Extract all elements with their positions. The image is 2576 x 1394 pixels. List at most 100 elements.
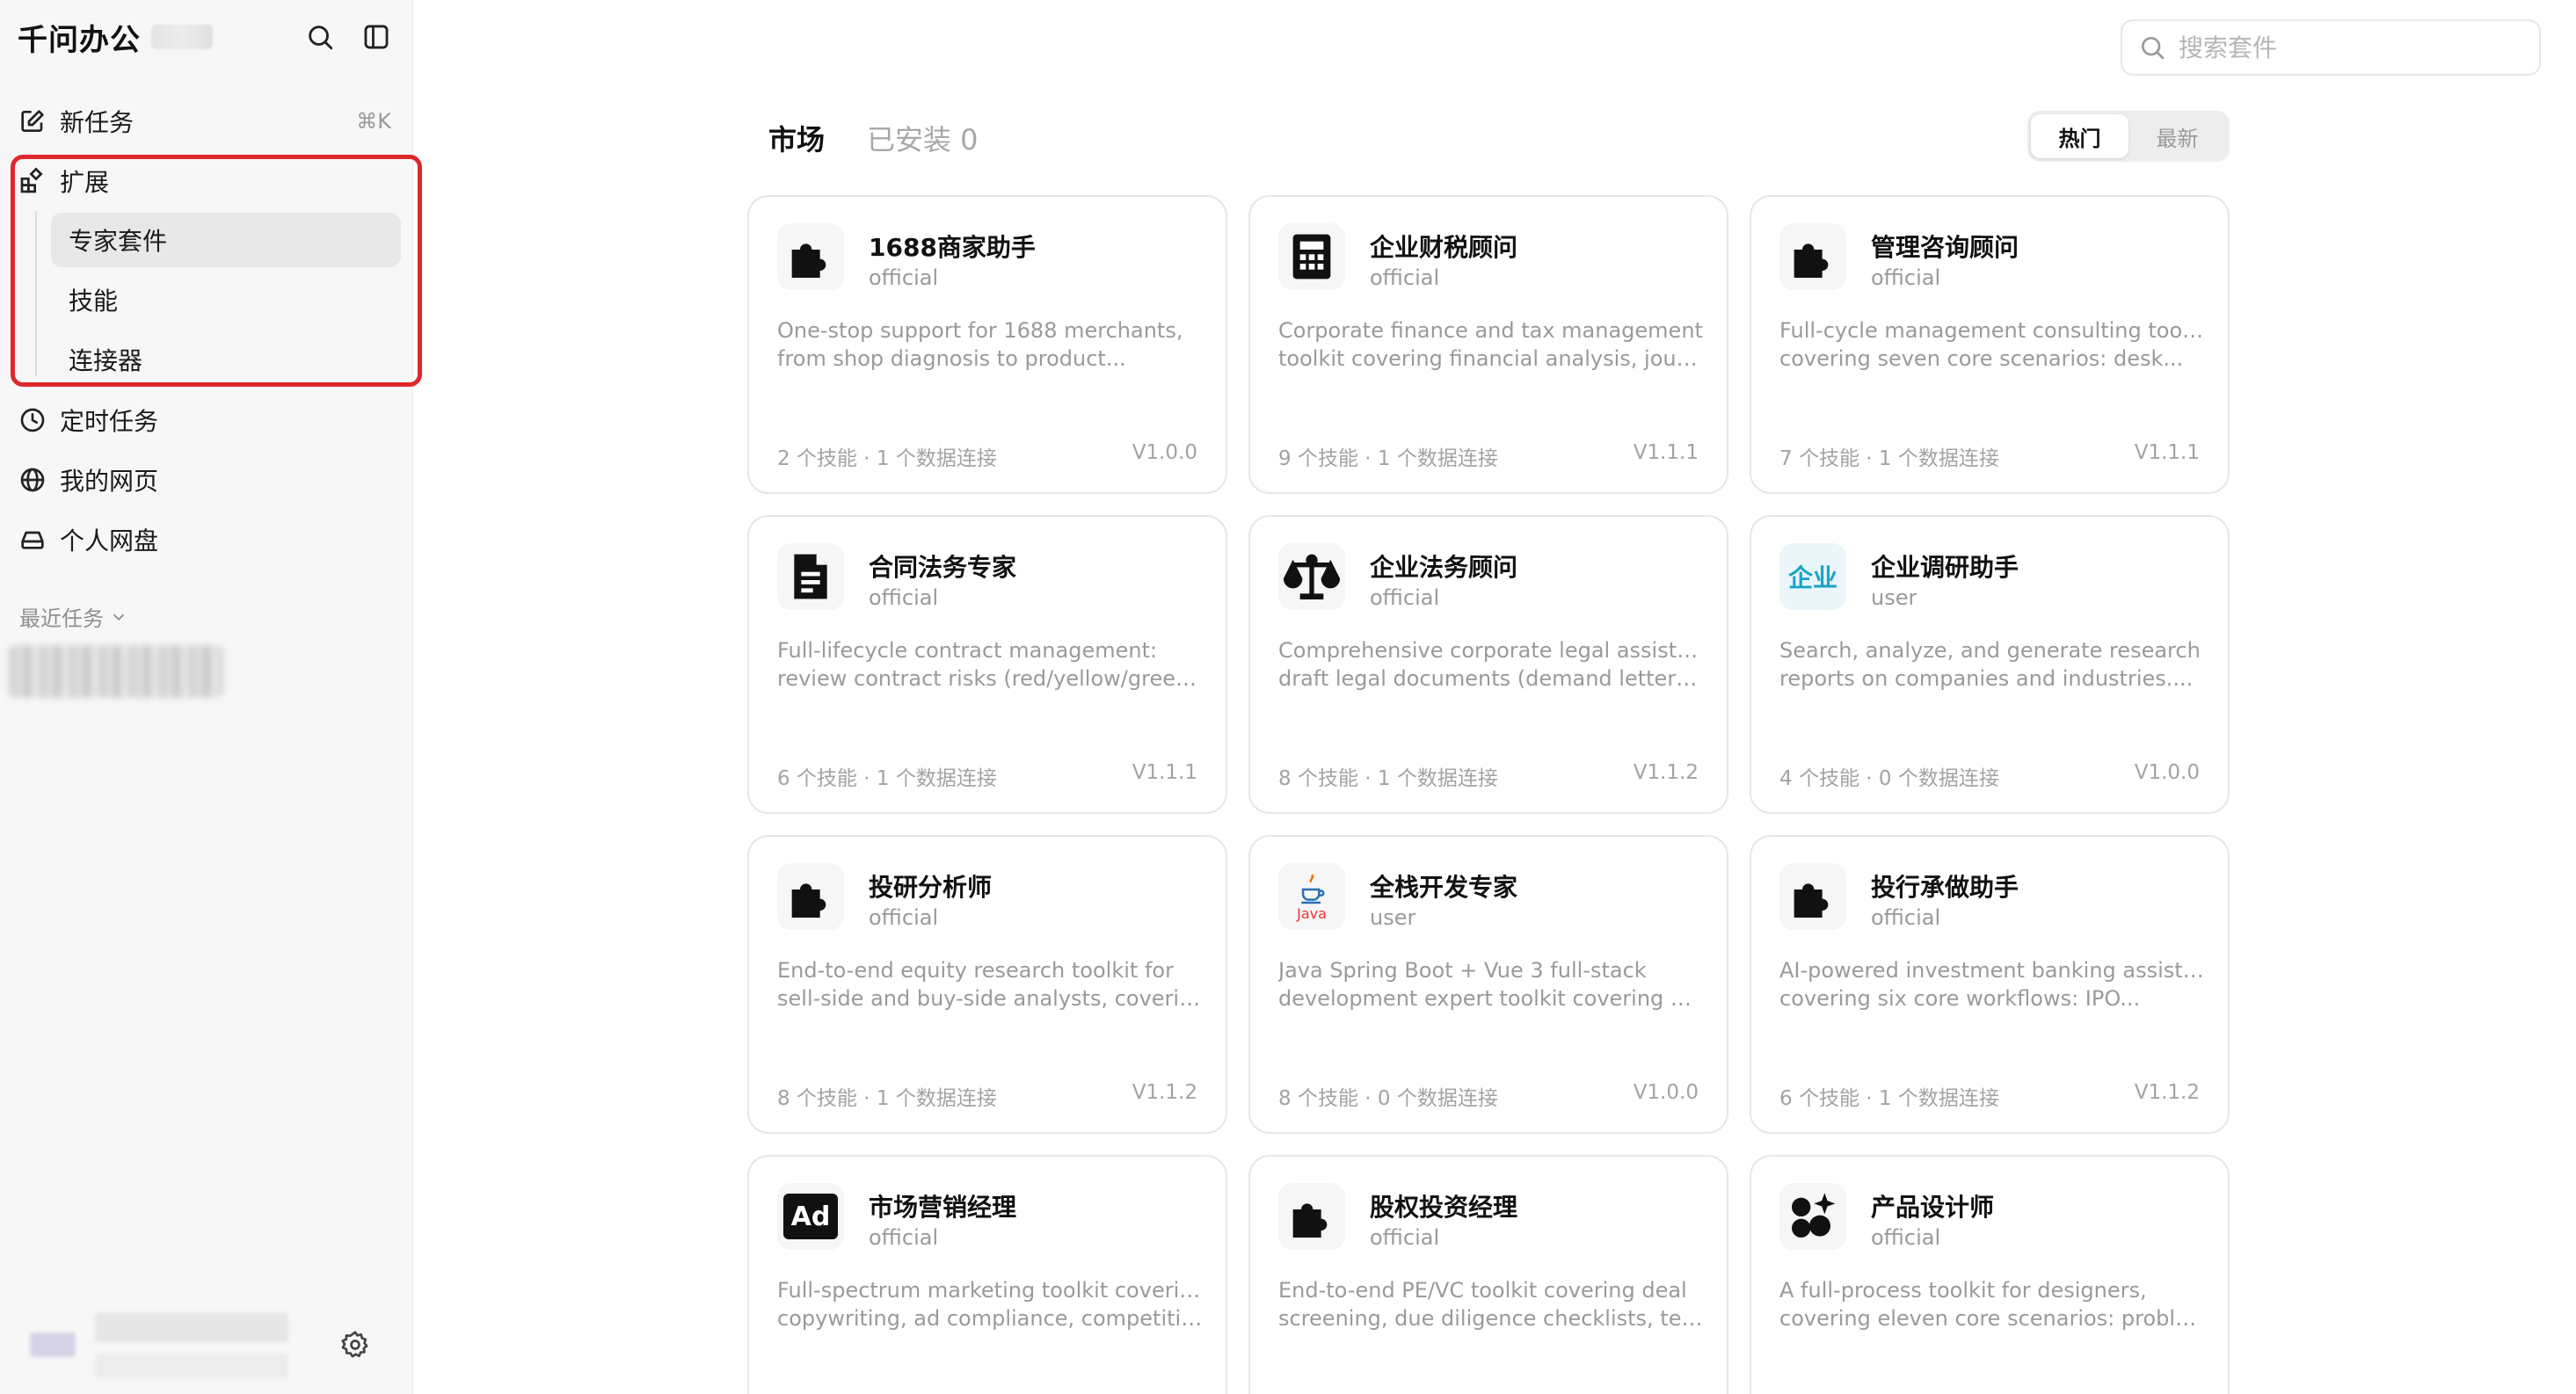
kit-card[interactable]: 管理咨询顾问 official Full-cycle management co… (1750, 195, 2230, 494)
new-task-shortcut: ⌘K (356, 109, 391, 134)
kit-card[interactable]: 产品设计师 official A full-process toolkit fo… (1750, 1155, 2230, 1394)
kit-source: official (1871, 1225, 1941, 1250)
kit-version: V1.0.0 (2134, 761, 2200, 784)
calculator-icon (1278, 223, 1345, 290)
kit-version: V1.1.1 (1132, 761, 1197, 784)
kit-card[interactable]: 投研分析师 official End-to-end equity researc… (747, 835, 1227, 1134)
search-field[interactable] (2121, 19, 2541, 76)
kit-card[interactable]: Ad 市场营销经理 official Full-spectrum marketi… (747, 1155, 1227, 1394)
kit-title: 投行承做助手 (1871, 873, 2019, 902)
kit-version: V1.0.0 (1132, 441, 1197, 464)
recent-tasks-header[interactable]: 最近任务 (19, 601, 128, 632)
sidebar-item-my-pages[interactable]: 我的网页 (18, 457, 391, 503)
kit-version: V1.1.2 (1132, 1081, 1197, 1104)
puzzle-icon (1779, 863, 1846, 930)
search-icon[interactable] (305, 22, 335, 52)
sidebar-item-connectors[interactable]: 连接器 (51, 332, 401, 387)
submenu-guide-line (35, 211, 37, 376)
kit-card[interactable]: 合同法务专家 official Full-lifecycle contract … (747, 515, 1227, 814)
sort-latest-button[interactable]: 最新 (2128, 114, 2226, 158)
account-badge-redacted (151, 25, 213, 49)
enterprise-icon: 企业 (1779, 543, 1846, 610)
kit-title: 管理咨询顾问 (1871, 233, 2019, 262)
kit-stats: 8 个技能 · 1 个数据连接 (1278, 767, 1498, 790)
kit-version: V1.1.1 (2134, 441, 2200, 464)
java-icon-text: Java (1297, 905, 1327, 922)
sort-toggle: 热门 最新 (2027, 111, 2230, 162)
sidebar: 千问办公 新任务 ⌘K 扩展 专家套件 技能 连接器 定时任务 我的网页 个人网… (0, 0, 422, 1394)
kit-stats: 8 个技能 · 0 个数据连接 (1278, 1087, 1498, 1110)
sort-hot-button[interactable]: 热门 (2031, 114, 2128, 158)
sidebar-toggle-icon[interactable] (361, 22, 391, 52)
my-pages-label: 我的网页 (60, 467, 159, 496)
sidebar-item-personal-drive[interactable]: 个人网盘 (18, 517, 391, 563)
kit-source: official (1871, 905, 1941, 930)
kit-card[interactable]: 股权投资经理 official End-to-end PE/VC toolkit… (1248, 1155, 1728, 1394)
kit-title: 企业法务顾问 (1370, 553, 1518, 582)
search-input[interactable] (2179, 33, 2513, 62)
kit-title: 股权投资经理 (1370, 1193, 1518, 1222)
extensions-icon (18, 166, 47, 196)
puzzle-icon (1278, 1183, 1345, 1250)
kit-title: 企业财税顾问 (1370, 233, 1518, 262)
kit-card[interactable]: 企业法务顾问 official Comprehensive corporate … (1248, 515, 1728, 814)
kit-description: Full-spectrum marketing toolkit covering… (777, 1278, 1203, 1331)
kit-title: 产品设计师 (1871, 1193, 1995, 1222)
kit-title: 企业调研助手 (1871, 553, 2019, 582)
kit-description: Search, analyze, and generate research re… (1779, 638, 2201, 691)
drive-icon (18, 525, 47, 555)
sidebar-item-skills[interactable]: 技能 (51, 272, 401, 327)
kit-description: One-stop support for 1688 merchants, from… (777, 318, 1183, 371)
expert-kits-label: 专家套件 (69, 227, 168, 256)
kit-card[interactable]: 投行承做助手 official AI-powered investment ba… (1750, 835, 2230, 1134)
tab-market[interactable]: 市场 (768, 118, 825, 158)
kit-card[interactable]: 企业财税顾问 official Corporate finance and ta… (1248, 195, 1728, 494)
java-icon: Java (1278, 863, 1345, 930)
kit-source: user (1370, 905, 1416, 930)
sidebar-item-scheduled-tasks[interactable]: 定时任务 (18, 397, 391, 443)
sidebar-item-expert-kits[interactable]: 专家套件 (51, 213, 401, 267)
kit-source: official (1370, 1225, 1440, 1250)
sidebar-header: 千问办公 (18, 14, 391, 60)
ad-icon: Ad (777, 1183, 844, 1250)
kit-version: V1.1.1 (1633, 441, 1699, 464)
kit-version: V1.1.2 (1633, 761, 1699, 784)
kit-description: Java Spring Boot + Vue 3 full-stack devel… (1278, 958, 1704, 1011)
puzzle-icon (777, 223, 844, 290)
kit-source: official (869, 905, 939, 930)
ad-icon-text: Ad (783, 1194, 838, 1239)
puzzle-icon (1779, 223, 1846, 290)
kit-source: official (1871, 265, 1941, 290)
skills-label: 技能 (69, 287, 119, 316)
kit-stats: 4 个技能 · 0 个数据连接 (1779, 767, 1999, 790)
design-icon (1779, 1183, 1846, 1250)
kit-card[interactable]: 1688商家助手 official One-stop support for 1… (747, 195, 1227, 494)
document-icon (777, 543, 844, 610)
kit-title: 市场营销经理 (869, 1193, 1017, 1222)
kit-source: official (869, 585, 939, 610)
kit-card[interactable]: Java 全栈开发专家 user Java Spring Boot + Vue … (1248, 835, 1728, 1134)
connectors-label: 连接器 (69, 346, 143, 375)
extensions-label: 扩展 (60, 168, 110, 197)
new-task-button[interactable]: 新任务 ⌘K (18, 98, 391, 144)
recent-task-item-redacted[interactable] (9, 645, 223, 698)
app-title: 千问办公 (18, 22, 141, 58)
sidebar-item-extensions[interactable]: 扩展 (18, 158, 391, 204)
kit-description: Corporate finance and tax management tool… (1278, 318, 1704, 371)
chevron-down-icon (113, 614, 125, 621)
settings-gear-icon[interactable] (339, 1329, 371, 1361)
kit-stats: 9 个技能 · 1 个数据连接 (1278, 447, 1498, 470)
kit-card[interactable]: 企业 企业调研助手 user Search, analyze, and gene… (1750, 515, 2230, 814)
puzzle-icon (777, 863, 844, 930)
kit-version: V1.0.0 (1633, 1081, 1699, 1104)
kit-title: 合同法务专家 (869, 553, 1017, 582)
kit-description: Full-cycle management consulting toolkit… (1779, 318, 2205, 371)
kit-source: official (1370, 585, 1440, 610)
avatar[interactable] (30, 1332, 76, 1357)
tab-installed[interactable]: 已安装 0 (867, 118, 979, 158)
kit-stats: 7 个技能 · 1 个数据连接 (1779, 447, 1999, 470)
kit-title: 投研分析师 (869, 873, 993, 902)
kit-description: A full-process toolkit for designers, cov… (1779, 1278, 2205, 1331)
personal-drive-label: 个人网盘 (60, 526, 159, 555)
kit-stats: 2 个技能 · 1 个数据连接 (777, 447, 997, 470)
